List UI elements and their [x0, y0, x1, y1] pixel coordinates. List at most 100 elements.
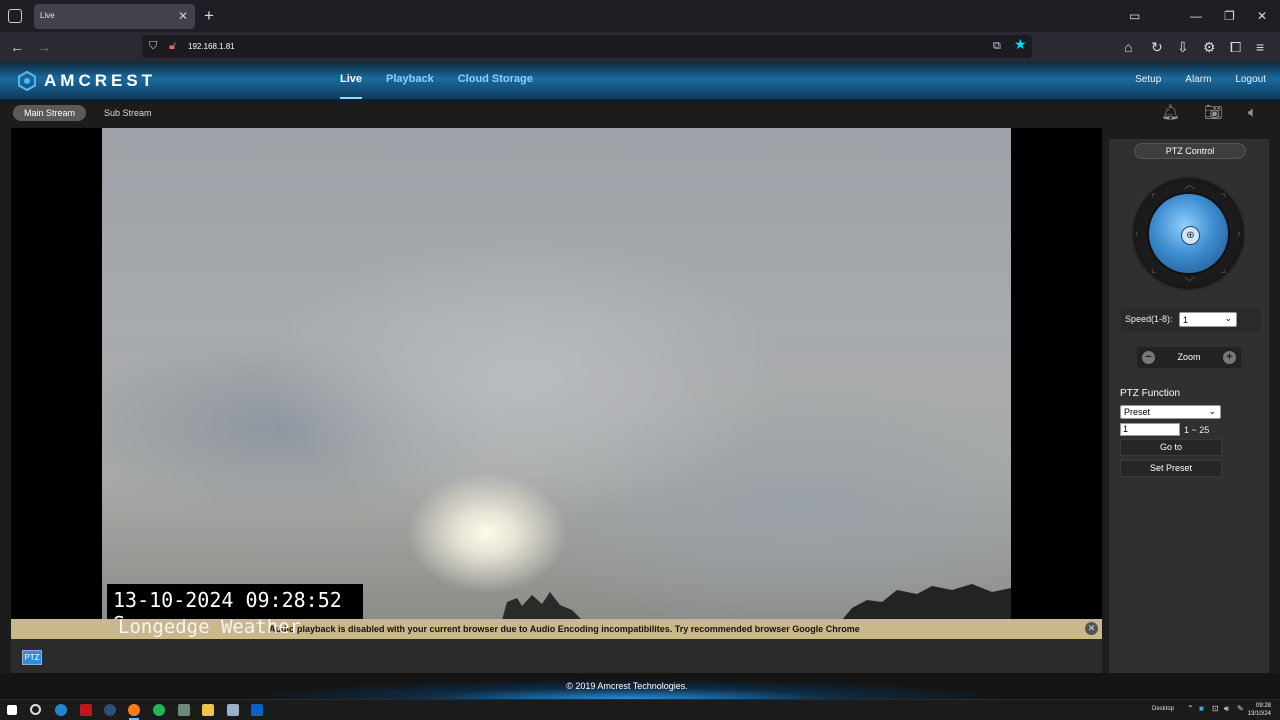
preset-range: 1 ~ 25	[1184, 425, 1210, 435]
app-footer: © 2019 Amcrest Technologies.	[0, 673, 1280, 699]
stream-bar: Main Stream Sub Stream 🔔︎ 📷︎ 🔈︎	[0, 99, 1280, 128]
speed-label: Speed(1-8):	[1125, 314, 1173, 324]
ptz-dial[interactable]: ︿ ﹀ ‹ › ⌜ ⌝ ⌞ ⌟ ⊕	[1131, 176, 1246, 291]
ptz-panel: PTZ Control ︿ ﹀ ‹ › ⌜ ⌝ ⌞ ⌟ ⊕ Speed(1-8)…	[1109, 139, 1269, 673]
tab-close-icon[interactable]: ✕	[178, 9, 188, 23]
ptz-upleft-icon[interactable]: ⌜	[1151, 194, 1156, 205]
nav-cloud-storage[interactable]: Cloud Storage	[458, 62, 533, 99]
reload-icon[interactable]: ↻	[1151, 38, 1163, 56]
search-icon[interactable]	[30, 704, 41, 715]
menu-icon[interactable]: ≡	[1256, 38, 1264, 56]
sub-stream-button[interactable]: Sub Stream	[93, 105, 163, 121]
mute-speaker-icon[interactable]: 🔈︎	[1248, 105, 1257, 121]
url-bar[interactable]: ⛉ 🔓︎ 192.168.1.81 ⧉ ★	[142, 35, 1032, 58]
ptz-function-select[interactable]: Preset ⌄	[1120, 405, 1221, 419]
url-text[interactable]: 192.168.1.81	[188, 42, 235, 51]
osd-datetime: 13-10-2024 09:28:52 Sun	[107, 584, 363, 620]
home-icon[interactable]: ⌂	[1124, 38, 1132, 56]
chevron-down-icon: ⌄	[1208, 406, 1216, 416]
browser-tabbar: Live ✕ + ▭ — ❐ ✕	[0, 0, 1280, 32]
ptz-function-value: Preset	[1124, 407, 1151, 417]
windows-start-icon[interactable]	[7, 705, 17, 715]
windows-taskbar: Desktop ⌃ ■ ⊡ 🔊︎ ✎ 09:28 13/10/24	[0, 699, 1280, 720]
bookmark-star-icon[interactable]: ★	[1014, 37, 1027, 51]
app-green-icon[interactable]	[178, 704, 190, 716]
speed-row: Speed(1-8): 1 ⌄	[1121, 309, 1261, 331]
snapshot-camera-icon[interactable]: 📷︎	[1204, 105, 1223, 121]
shield-icon[interactable]: ⛉	[149, 39, 157, 53]
ptz-up-icon[interactable]: ︿	[1184, 180, 1195, 191]
ptz-left-icon[interactable]: ‹	[1135, 229, 1139, 240]
goto-preset-button[interactable]: Go to	[1120, 439, 1222, 456]
app-header: AMCREST Live Playback Cloud Storage Setu…	[0, 62, 1280, 99]
ptz-upright-icon[interactable]: ⌝	[1221, 194, 1226, 205]
nav-logout[interactable]: Logout	[1235, 74, 1266, 85]
tab-list-icon[interactable]	[8, 9, 22, 23]
speed-select[interactable]: 1 ⌄	[1179, 312, 1237, 327]
window-list-icon[interactable]: ▭	[1129, 8, 1140, 24]
ptz-down-icon[interactable]: ﹀	[1184, 278, 1195, 289]
pen-icon[interactable]: ✎	[1237, 704, 1244, 713]
ptz-center-zoom-icon[interactable]: ⊕	[1181, 226, 1200, 245]
brand-name: AMCREST	[44, 71, 157, 90]
chevron-down-icon: ⌄	[1224, 313, 1232, 323]
new-tab-button[interactable]: +	[204, 6, 214, 26]
ptz-downright-icon[interactable]: ⌟	[1221, 264, 1226, 275]
zoom-row: Zoom − +	[1137, 347, 1241, 368]
clock-time: 09:28	[1255, 703, 1271, 709]
app-blue-icon[interactable]	[104, 704, 116, 716]
live-video[interactable]: 13-10-2024 09:28:52 Sun	[102, 128, 1011, 620]
settings-gear-icon[interactable]: ⚙	[1203, 38, 1216, 56]
firefox-icon[interactable]	[128, 704, 140, 716]
logo-hex-icon	[18, 71, 36, 91]
amcrest-logo: AMCREST	[18, 71, 156, 91]
right-nav: Setup Alarm Logout	[1111, 74, 1266, 85]
picture-in-picture-icon[interactable]: ⧉	[993, 39, 1001, 53]
browser-navbar: ← → ⛉ 🔓︎ 192.168.1.81 ⧉ ★ ⌂ ↻ ⇩ ⚙ ⧠ ≡	[0, 32, 1280, 62]
app-red-icon[interactable]	[80, 704, 92, 716]
clock-date: 13/10/24	[1247, 711, 1271, 717]
file-explorer-icon[interactable]	[202, 704, 214, 716]
video-container: 13-10-2024 09:28:52 Sun	[11, 128, 1102, 620]
ptz-toggle-button[interactable]: PTZ	[22, 650, 42, 665]
tab-title: Live	[40, 11, 55, 20]
minimize-button[interactable]: —	[1190, 8, 1202, 24]
tray-chevron-icon[interactable]: ⌃	[1187, 704, 1194, 713]
ptz-right-icon[interactable]: ›	[1237, 229, 1241, 240]
network-icon[interactable]: ⊡	[1212, 704, 1219, 713]
copyright-text: © 2019 Amcrest Technologies.	[566, 681, 688, 691]
nav-live[interactable]: Live	[340, 62, 363, 99]
outlook-icon[interactable]	[251, 704, 263, 716]
spotify-icon[interactable]	[153, 704, 165, 716]
nav-playback[interactable]: Playback	[386, 62, 434, 99]
restore-button[interactable]: ❐	[1224, 8, 1235, 24]
app-gray-icon[interactable]	[227, 704, 239, 716]
tray-app-icon[interactable]: ■	[1199, 704, 1204, 713]
zoom-out-icon[interactable]: −	[1142, 351, 1155, 364]
ptz-downleft-icon[interactable]: ⌞	[1151, 264, 1156, 275]
forward-icon[interactable]: →	[37, 38, 51, 56]
main-stream-button[interactable]: Main Stream	[13, 105, 87, 121]
alarm-bell-icon[interactable]: 🔔︎	[1161, 105, 1180, 121]
browser-tab[interactable]: Live ✕	[34, 4, 195, 29]
main-nav: Live Playback Cloud Storage	[340, 62, 557, 99]
zoom-in-icon[interactable]: +	[1223, 351, 1236, 364]
ptz-function-title: PTZ Function	[1120, 388, 1181, 399]
ptz-dial-inner[interactable]: ⊕	[1147, 192, 1230, 275]
speed-value: 1	[1183, 315, 1189, 325]
edge-icon[interactable]	[55, 704, 67, 716]
preset-number-input[interactable]: 1	[1120, 423, 1180, 436]
nav-setup[interactable]: Setup	[1135, 74, 1161, 85]
extensions-icon[interactable]: ⧠	[1230, 38, 1241, 56]
back-icon[interactable]: ←	[10, 38, 24, 56]
audio-notice-text: Audio playback is disabled with your cur…	[269, 624, 860, 634]
set-preset-button[interactable]: Set Preset	[1120, 460, 1222, 477]
taskbar-clock[interactable]: 09:28 13/10/24	[1248, 702, 1271, 718]
volume-icon[interactable]: 🔊︎	[1224, 704, 1229, 714]
desktop-label[interactable]: Desktop	[1152, 706, 1174, 712]
close-window-button[interactable]: ✕	[1257, 8, 1267, 24]
lock-warning-icon[interactable]: 🔓︎	[169, 39, 176, 53]
nav-alarm[interactable]: Alarm	[1185, 74, 1211, 85]
notice-close-icon[interactable]: ✕	[1085, 622, 1098, 635]
downloads-icon[interactable]: ⇩	[1177, 38, 1189, 56]
